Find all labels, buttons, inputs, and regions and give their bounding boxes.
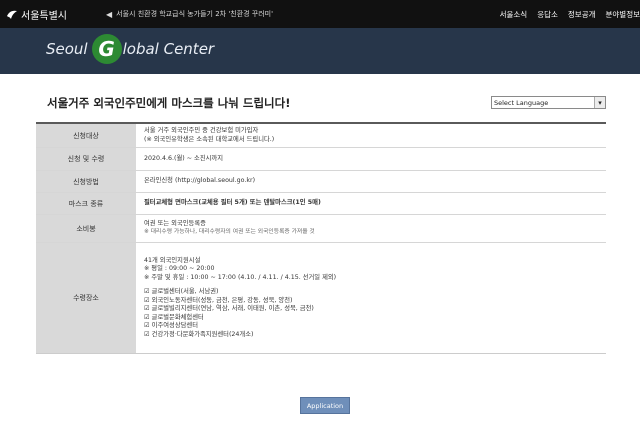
row-value: 서울 거주 외국인주민 중 건강보험 미가입자 (※ 외국인유학생은 소속된 대… [136,124,606,147]
value-line: ☑ 이주여성상담센터 [144,322,198,330]
value-line: ☑ 외국인노동자센터(성동, 금천, 은평, 강동, 성북, 양천) [144,296,293,304]
value-line: 서울 거주 외국인주민 중 건강보험 미가입자 [144,127,259,134]
row-label: 수령장소 [36,243,136,353]
brand-global-center: lobal Center [122,40,215,58]
seoul-global-center-logo[interactable]: Seoul G lobal Center [46,34,214,64]
row-label: 신청 및 수령 [36,148,136,170]
value-line: (※ 외국인유학생은 소속된 대학교에서 드립니다.) [144,135,275,143]
top-bar: 서울특별시 ◀ 서울시 친환경 학교급식 농가들기 2차 '친환경 꾸러미' 서… [0,0,640,28]
row-value: 2020.4.6.(월) ~ 소진시까지 [136,148,606,170]
row-label: 마스크 종류 [36,193,136,214]
row-value: 필터교체형 면마스크(교체용 필터 5개) 또는 덴탈마스크(1인 5매) [136,193,606,214]
nav-eungdapso[interactable]: 응답소 [537,9,558,20]
language-select-value: Select Language [494,98,549,107]
seoul-logo[interactable]: 서울특별시 [6,7,94,22]
chevron-down-icon: ▾ [594,97,605,108]
value-line: 2020.4.6.(월) ~ 소진시까지 [144,154,223,162]
news-ticker[interactable]: ◀ 서울시 친환경 학교급식 농가들기 2차 '친환경 꾸러미' [106,9,500,19]
application-button[interactable]: Application [300,397,350,414]
row-value: 온라인신청 (http://global.seoul.go.kr) [136,171,606,192]
top-nav: 서울소식 응답소 정보공개 분야별정보 [500,9,640,20]
row-pickup-location: 수령장소 41개 외국인지원시설 ※ 평일 : 09:00 ~ 20:00 ※ … [36,243,606,353]
brand-g-icon: G [91,34,122,64]
speaker-icon: ◀ [106,9,113,19]
value-line: ☑ 글로벌센터(서울, 서남권) [144,288,219,296]
value-line: ☑ 건강가정·다문화가족지원센터(24개소) [144,330,254,338]
seoul-logo-icon [7,10,17,19]
row-eligibility: 신청대상 서울 거주 외국인주민 중 건강보험 미가입자 (※ 외국인유학생은 … [36,124,606,148]
logo-text: 서울특별시 [21,10,67,22]
value-line: 온라인신청 (http://global.seoul.go.kr) [144,177,256,185]
row-value: 41개 외국인지원시설 ※ 평일 : 09:00 ~ 20:00 ※ 주말 및 … [136,243,606,353]
row-documents: 소비봉 여권 또는 외국인등록증 ※ 대리수령 가능하나, 대리수령자의 여권 … [36,215,606,243]
row-label: 신청대상 [36,124,136,147]
value-line: ※ 주말 및 휴일 : 10:00 ~ 17:00 (4.10. / 4.11.… [144,273,337,281]
page-title: 서울거주 외국인주민에게 마스크를 나눠 드립니다! [47,96,291,110]
value-line: ☑ 글로벌문화체험센터 [144,313,204,321]
value-line: ※ 대리수령 가능하나, 대리수령자의 여권 또는 외국인등록증 가져올 것 [144,228,315,235]
value-line: 41개 외국인지원시설 [144,256,201,264]
row-label: 신청방법 [36,171,136,192]
value-line: 여권 또는 외국인등록증 [144,220,206,228]
value-line: ☑ 글로벌빌리지센터(연남, 역삼, 서래, 이태원, 이촌, 성북, 금천) [144,305,314,313]
nav-seoul-news[interactable]: 서울소식 [500,9,528,20]
language-select[interactable]: Select Language ▾ [491,96,606,109]
application-info-table: 신청대상 서울 거주 외국인주민 중 건강보험 미가입자 (※ 외국인유학생은 … [36,122,606,354]
row-value: 여권 또는 외국인등록증 ※ 대리수령 가능하나, 대리수령자의 여권 또는 외… [136,215,606,242]
nav-field-info[interactable]: 분야별정보 [606,9,640,20]
row-label: 소비봉 [36,215,136,242]
header-banner: Seoul G lobal Center [0,28,640,74]
row-method: 신청방법 온라인신청 (http://global.seoul.go.kr) [36,171,606,193]
brand-seoul: Seoul [46,40,88,58]
row-mask-type: 마스크 종류 필터교체형 면마스크(교체용 필터 5개) 또는 덴탈마스크(1인… [36,193,606,215]
value-line: ※ 평일 : 09:00 ~ 20:00 [144,265,215,273]
nav-info-disclosure[interactable]: 정보공개 [568,9,596,20]
value-line: 필터교체형 면마스크(교체용 필터 5개) 또는 덴탈마스크(1인 5매) [144,199,321,207]
ticker-text: 서울시 친환경 학교급식 농가들기 2차 '친환경 꾸러미' [116,10,274,18]
row-period: 신청 및 수령 2020.4.6.(월) ~ 소진시까지 [36,148,606,171]
